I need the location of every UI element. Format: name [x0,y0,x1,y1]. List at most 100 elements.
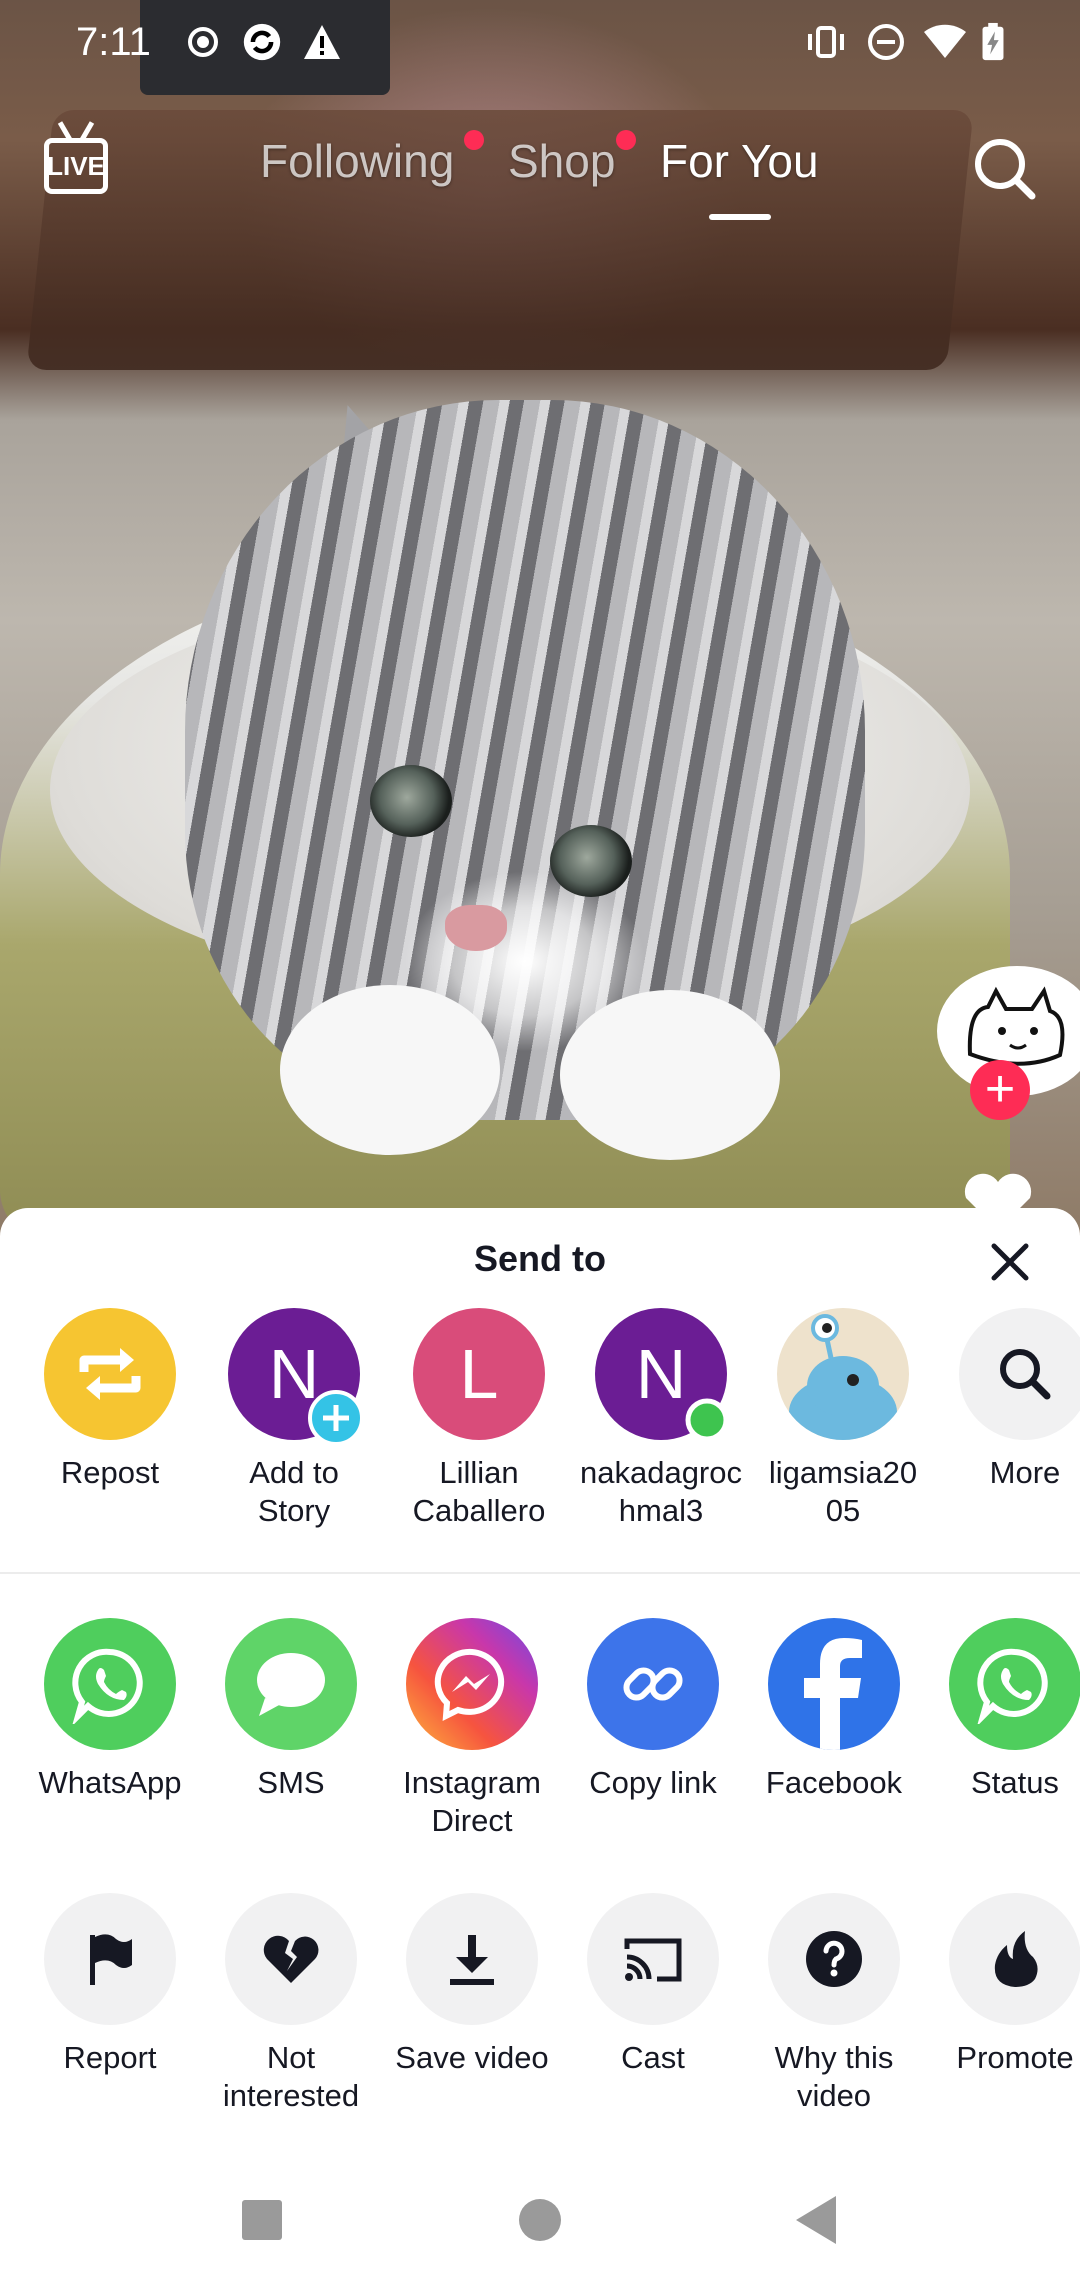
contacts-row: Repost N Add to Story L Lillian Caballer… [0,1308,1080,1548]
share-more[interactable]: More [935,1308,1080,1492]
question-icon [806,1931,862,1987]
share-label: Report [63,2040,157,2075]
report-circle [44,1893,176,2025]
share-label: Cast [621,2040,685,2075]
action-promote[interactable]: Promote [925,1893,1080,2077]
share-label: Instagram Direct [403,1765,541,1838]
action-why-this-video[interactable]: Why this video [744,1893,924,2115]
warning-icon [304,25,340,59]
cast-icon [624,1938,682,1982]
kitten [185,400,865,1120]
screen: 7:11 LIVE Following Shop For You + Send … [0,0,1080,2280]
kitten-eye-left [370,765,452,837]
copy-link-circle [587,1618,719,1750]
link-icon [623,1667,683,1701]
action-not-interested[interactable]: Not interested [201,1893,381,2115]
live-icon[interactable]: LIVE [44,138,108,194]
home-button[interactable] [510,2190,570,2250]
search-icon[interactable] [970,134,1040,204]
share-add-to-story[interactable]: N Add to Story [204,1308,384,1530]
story-avatar: N [228,1308,364,1446]
repost-circle [44,1308,176,1440]
avatar-letter: L [459,1335,499,1413]
top-nav: LIVE Following Shop For You [0,120,1080,230]
vibrate-icon [808,26,844,58]
follow-button[interactable]: + [970,1060,1030,1120]
online-status-icon [685,1398,729,1442]
share-sheet-title: Send to [474,1238,606,1279]
share-label: Save video [395,2040,549,2075]
more-circle [959,1308,1080,1440]
status-circle [949,1618,1080,1750]
do-not-disturb-icon [868,24,904,60]
action-cast[interactable]: Cast [563,1893,743,2077]
action-report[interactable]: Report [20,1893,200,2077]
share-label: Repost [60,1455,160,1490]
system-nav-bar [0,2160,1080,2280]
share-contact-lillian[interactable]: L Lillian Caballero [389,1308,569,1530]
share-label: Not interested [222,2040,360,2113]
back-button[interactable] [788,2190,848,2250]
share-label: ligamsia20 05 [768,1455,918,1528]
whatsapp-status-icon [977,1648,1048,1724]
share-copy-link[interactable]: Copy link [563,1618,743,1802]
tab-for-you[interactable]: For You [660,134,819,188]
active-tab-indicator [709,214,771,220]
share-label: More [989,1455,1061,1490]
kitten-paw-left [280,985,500,1155]
share-contact-ligamsia[interactable]: ligamsia20 05 [753,1308,933,1530]
action-save-video[interactable]: Save video [382,1893,562,2077]
record-icon [188,27,218,57]
contact-avatar: L [413,1308,545,1440]
cast-circle [587,1893,719,2025]
share-contact-nakadagroc[interactable]: N nakadagroc hmal3 [571,1308,751,1530]
share-label: Lillian Caballero [412,1455,546,1528]
wifi-icon [924,24,966,58]
share-label: nakadagroc hmal3 [579,1455,742,1528]
close-icon[interactable] [986,1238,1034,1286]
share-whatsapp[interactable]: WhatsApp [20,1618,200,1802]
share-label: Facebook [765,1765,903,1800]
kitten-paw-right [560,990,780,1160]
share-whatsapp-status[interactable]: Status [925,1618,1080,1802]
save-video-circle [406,1893,538,2025]
facebook-circle [768,1618,900,1750]
kitten-nose [445,905,507,951]
kitten-eye-right [550,825,632,897]
tab-shop[interactable]: Shop [508,134,615,188]
recents-button[interactable] [232,2190,292,2250]
not-interested-circle [225,1893,357,2025]
share-label: Why this video [774,2040,894,2113]
actions-row: Report Not interested Save video Cast Wh… [0,1893,1080,2133]
share-label: WhatsApp [38,1765,182,1800]
broken-heart-icon [263,1935,319,1983]
tab-following[interactable]: Following [260,134,454,188]
add-badge-icon [308,1390,364,1446]
whatsapp-circle [44,1618,176,1750]
flame-icon [994,1931,1038,1987]
messenger-icon [434,1648,505,1722]
share-label: Add to Story [249,1455,339,1528]
repost-icon [79,1348,141,1400]
share-label: SMS [257,1765,325,1800]
share-label: Copy link [589,1765,717,1800]
share-instagram-direct[interactable]: Instagram Direct [382,1618,562,1840]
contact-avatar: N [595,1308,729,1442]
alien-avatar-icon [789,1314,897,1440]
live-label: LIVE [47,150,105,181]
sync-icon [243,23,281,61]
instagram-circle [406,1618,538,1750]
search-icon [1000,1349,1051,1400]
sms-icon [257,1653,325,1716]
flag-icon [90,1934,132,1985]
sms-circle [225,1618,357,1750]
share-sheet: Send to Repost N Add to Story L Lillian … [0,1208,1080,2280]
share-repost[interactable]: Repost [20,1308,200,1492]
status-time: 7:11 [76,20,151,64]
share-sms[interactable]: SMS [201,1618,381,1802]
whatsapp-icon [72,1648,143,1724]
tab-following-dot [464,130,484,150]
battery-charging-icon [982,22,1004,61]
tab-shop-dot [616,130,636,150]
share-facebook[interactable]: Facebook [744,1618,924,1802]
